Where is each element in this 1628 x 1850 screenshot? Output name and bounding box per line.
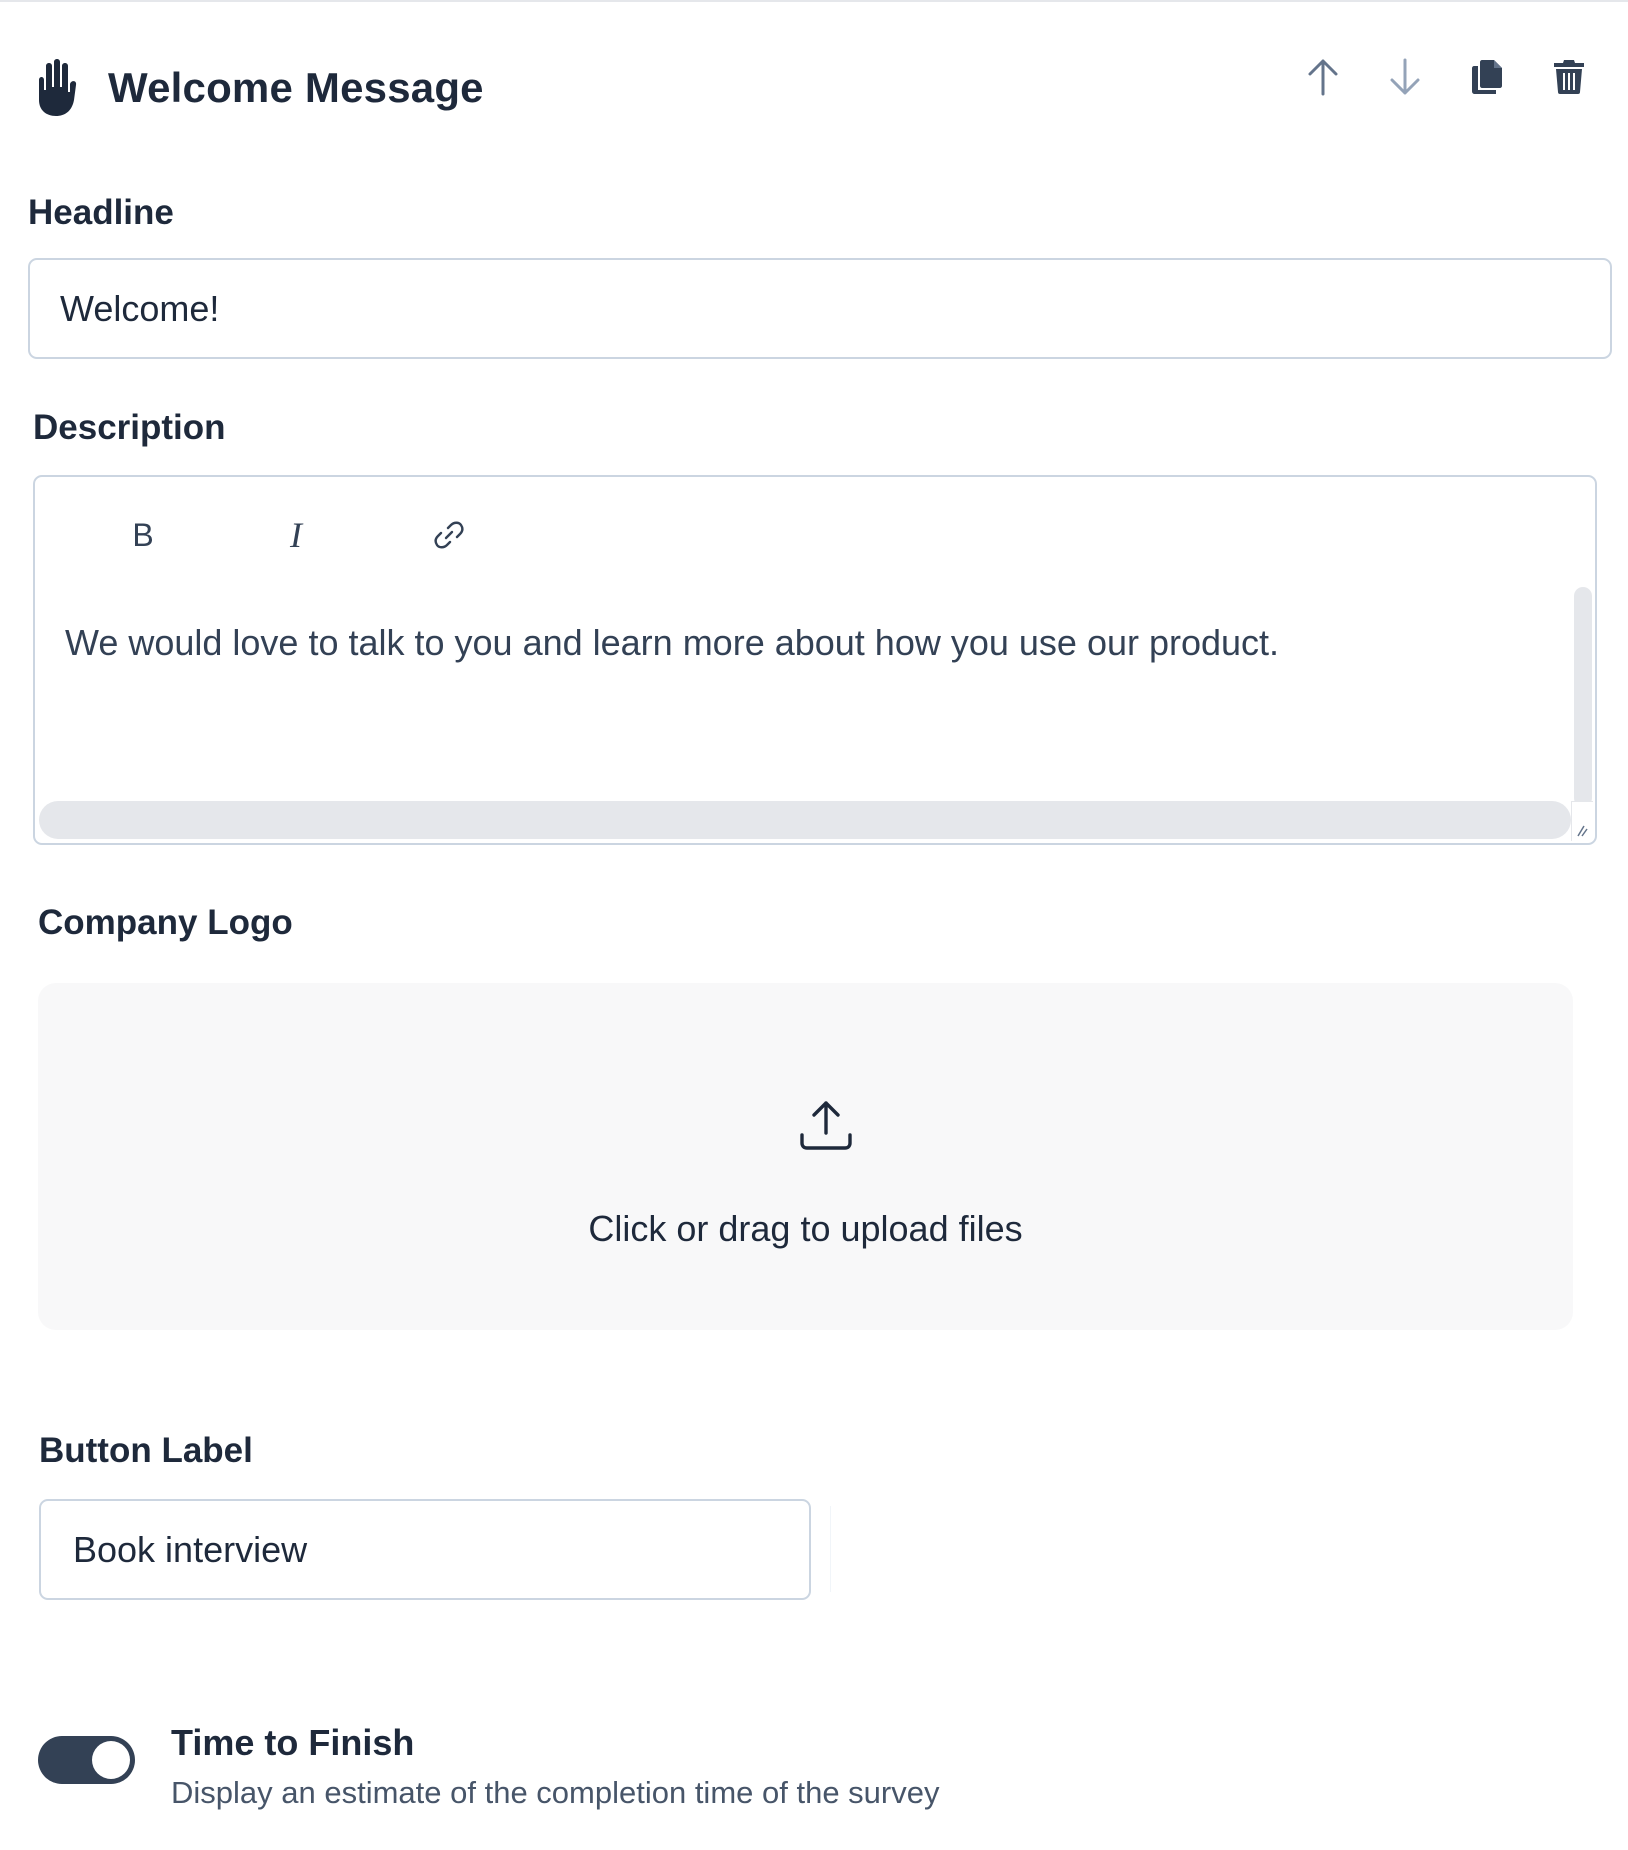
logo-upload-dropzone[interactable] xyxy=(38,983,1573,1330)
welcome-message-card: Welcome Message Headline Welcome! Descri… xyxy=(0,0,1628,1850)
link-button[interactable] xyxy=(419,507,479,563)
upload-instructions: Click or drag to upload files xyxy=(588,1208,1023,1249)
duplicate-button[interactable] xyxy=(1462,52,1512,102)
move-down-button[interactable] xyxy=(1380,52,1430,102)
description-editor: B I We would love to talk to you and lea… xyxy=(33,475,1597,845)
vertical-scrollbar[interactable] xyxy=(1574,587,1592,807)
resize-handle[interactable] xyxy=(1571,801,1593,841)
time-to-finish-description: Display an estimate of the completion ti… xyxy=(171,1775,940,1810)
arrow-up-icon xyxy=(1308,59,1338,96)
copy-icon xyxy=(1472,60,1502,94)
description-text[interactable]: We would love to talk to you and learn m… xyxy=(65,617,1545,669)
upload-icon xyxy=(800,1101,852,1150)
arrow-down-icon xyxy=(1390,58,1420,95)
headline-label: Headline xyxy=(28,193,174,232)
headline-input[interactable] xyxy=(28,258,1612,359)
editor-toolbar: B I xyxy=(35,477,1595,587)
card-title: Welcome Message xyxy=(108,64,484,111)
delete-button[interactable] xyxy=(1544,52,1594,102)
hand-raised-icon xyxy=(39,59,77,116)
horizontal-scrollbar[interactable] xyxy=(39,801,1571,839)
bold-button[interactable]: B xyxy=(113,507,173,563)
link-icon xyxy=(434,521,464,549)
button-label-label: Button Label xyxy=(39,1431,253,1470)
move-up-button[interactable] xyxy=(1298,52,1348,102)
time-to-finish-title: Time to Finish xyxy=(171,1722,415,1763)
button-label-input[interactable] xyxy=(39,1499,811,1600)
resize-grip-icon xyxy=(1577,825,1588,837)
trash-icon xyxy=(1554,60,1584,94)
company-logo-label: Company Logo xyxy=(38,903,293,942)
toggle-knob xyxy=(92,1741,130,1779)
divider xyxy=(830,1506,831,1592)
italic-button[interactable]: I xyxy=(266,507,326,563)
description-label: Description xyxy=(33,408,226,447)
question-actions-toolbar xyxy=(1298,52,1628,102)
time-to-finish-toggle[interactable] xyxy=(38,1736,135,1784)
